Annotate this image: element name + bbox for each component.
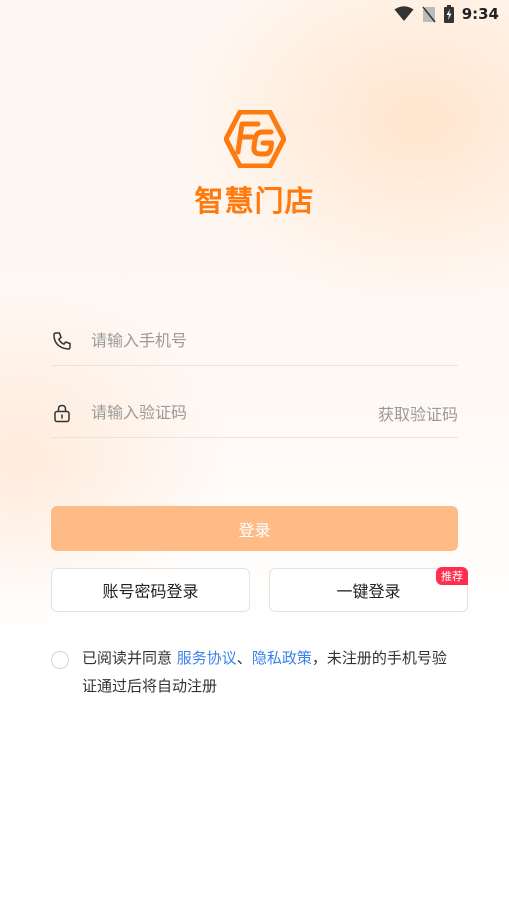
logo-area: 智慧门店 — [0, 109, 509, 220]
agreement-text: 已阅读并同意 服务协议、隐私政策，未注册的手机号验证通过后将自动注册 — [82, 644, 461, 700]
lock-icon — [51, 402, 73, 424]
no-sim-icon — [422, 6, 436, 23]
fg-logo-icon — [223, 109, 286, 172]
one-click-login-label: 一键登录 — [336, 582, 401, 601]
agreement-separator: 、 — [236, 649, 252, 667]
service-agreement-link[interactable]: 服务协议 — [177, 649, 237, 667]
login-button[interactable]: 登录 — [51, 506, 458, 551]
get-code-button[interactable]: 获取验证码 — [378, 401, 458, 425]
phone-field — [51, 316, 458, 366]
code-field: 获取验证码 — [51, 388, 458, 438]
app-title: 智慧门店 — [194, 184, 315, 218]
status-bar: 9:34 — [309, 0, 509, 28]
password-login-label: 账号密码登录 — [102, 582, 199, 601]
wifi-icon — [394, 6, 414, 22]
phone-icon — [51, 330, 73, 352]
recommend-badge: 推荐 — [436, 567, 468, 585]
privacy-policy-link[interactable]: 隐私政策 — [252, 649, 312, 667]
code-input[interactable] — [89, 402, 378, 423]
agreement-row: 已阅读并同意 服务协议、隐私政策，未注册的手机号验证通过后将自动注册 — [51, 648, 461, 700]
phone-input[interactable] — [89, 330, 458, 351]
agreement-checkbox[interactable] — [51, 651, 69, 669]
agreement-prefix: 已阅读并同意 — [82, 649, 177, 667]
battery-charging-icon — [443, 5, 454, 23]
password-login-button[interactable]: 账号密码登录 — [51, 568, 250, 612]
one-click-login-button[interactable]: 一键登录 推荐 — [269, 567, 468, 612]
clock: 9:34 — [461, 5, 499, 23]
